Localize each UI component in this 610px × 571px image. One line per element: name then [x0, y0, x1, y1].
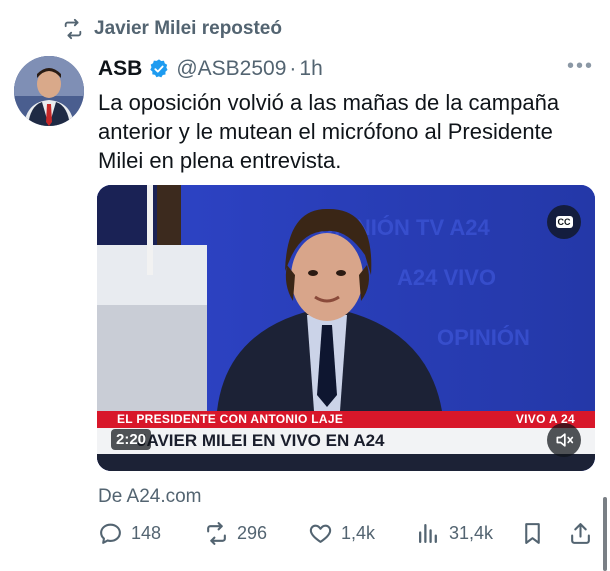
avatar[interactable] [14, 56, 84, 126]
reply-icon [100, 523, 121, 544]
reply-count: 148 [131, 523, 162, 543]
author-name[interactable]: ASB [98, 57, 142, 81]
repost-icon [64, 18, 82, 40]
more-options-icon[interactable]: ••• [567, 55, 594, 78]
verified-badge-icon [150, 59, 168, 78]
share-icon [571, 523, 590, 544]
svg-text:OPINIÓN: OPINIÓN [437, 325, 530, 350]
timestamp[interactable]: 1h [299, 57, 322, 81]
svg-text:A24 VIVO: A24 VIVO [397, 265, 496, 290]
views-button[interactable]: 31,4k [416, 521, 493, 546]
like-button[interactable]: 1,4k [308, 521, 375, 546]
views-count: 31,4k [449, 523, 494, 543]
share-button[interactable] [568, 521, 593, 546]
views-chart-icon [419, 524, 437, 543]
speaker-muted-icon [556, 433, 574, 447]
video-timer: 2:20 [111, 429, 152, 450]
separator-dot: · [289, 57, 297, 80]
mute-button[interactable] [547, 423, 581, 457]
heart-icon [309, 524, 332, 543]
bookmark-icon [525, 523, 540, 544]
chyron-top: EL PRESIDENTE CON ANTONIO LAJE VIVO A 24 [97, 411, 595, 428]
repost-count: 296 [237, 523, 268, 543]
reply-button[interactable]: 148 [98, 521, 161, 546]
avatar-image [14, 56, 84, 126]
cc-icon: CC [555, 216, 573, 228]
media-source-link[interactable]: De A24.com [98, 486, 202, 508]
tweet-header: ASB @ASB2509 · 1h [98, 55, 594, 83]
chyron-main-text: JAVIER MILEI EN VIVO EN A24 [137, 431, 385, 450]
repost-header[interactable]: Javier Milei reposteó [62, 18, 282, 40]
repost-button[interactable]: 296 [204, 521, 267, 546]
closed-captions-button[interactable]: CC [547, 205, 581, 239]
repost-action-icon [207, 522, 226, 545]
like-count: 1,4k [341, 523, 376, 543]
author-handle[interactable]: @ASB2509 [176, 57, 286, 81]
scrollbar[interactable] [603, 497, 607, 571]
action-bar: 148 296 1,4k 31,4k [96, 521, 596, 551]
tweet-text: La oposición volvió a las mañas de la ca… [98, 90, 560, 173]
chyron-main: JAVIER MILEI EN VIVO EN A24 [97, 428, 595, 454]
video-player[interactable]: OPINIÓN TV A24 A24 VIVO OPINIÓN CC EL PR… [97, 185, 595, 471]
repost-label: Javier Milei reposteó [94, 18, 282, 39]
chyron-top-text: EL PRESIDENTE CON ANTONIO LAJE [117, 412, 344, 426]
bookmark-button[interactable] [520, 521, 545, 546]
